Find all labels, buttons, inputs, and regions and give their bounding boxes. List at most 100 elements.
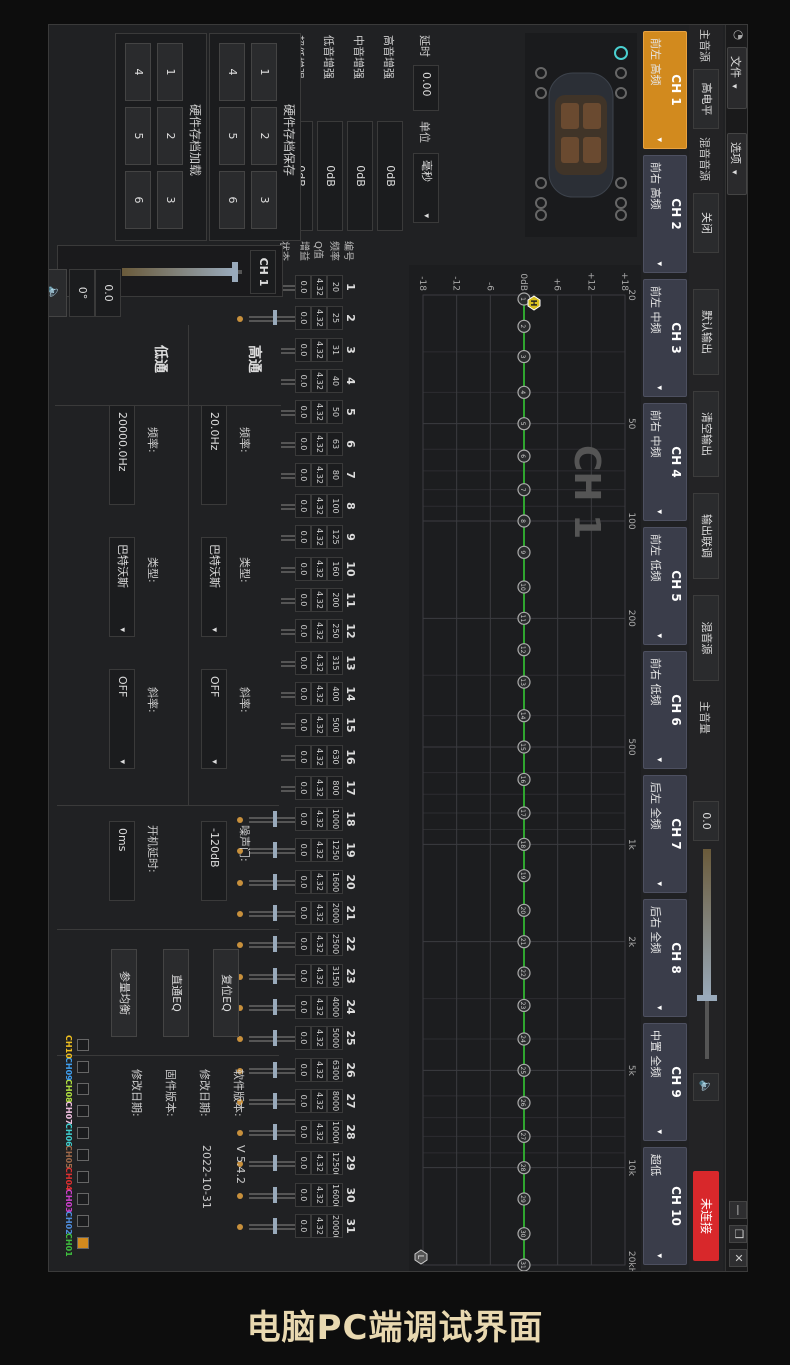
legend-checkbox[interactable] xyxy=(77,1061,89,1073)
band-freq-cell[interactable]: 630 xyxy=(327,745,343,769)
band-q-cell[interactable]: 4.32 xyxy=(311,338,327,362)
slider-thumb[interactable] xyxy=(273,1155,277,1171)
band-freq-cell[interactable]: 31 xyxy=(327,338,343,362)
band-freq-cell[interactable]: 8000 xyxy=(327,1089,343,1113)
band-q-cell[interactable]: 4.32 xyxy=(311,964,327,988)
band-state-indicator[interactable] xyxy=(237,911,243,917)
preset-load-slot-5[interactable]: 5 xyxy=(125,107,151,165)
legend-checkbox[interactable] xyxy=(77,1149,89,1161)
preset-load-slot-3[interactable]: 3 xyxy=(157,171,183,229)
band-q-cell[interactable]: 4.32 xyxy=(311,995,327,1019)
maximize-icon[interactable]: ❐ xyxy=(729,1225,747,1243)
band-freq-cell[interactable]: 20 xyxy=(327,275,343,299)
minimize-icon[interactable]: — xyxy=(729,1201,747,1219)
band-freq-cell[interactable]: 6300 xyxy=(327,1058,343,1082)
eq-graph[interactable]: 20 50 100 200 500 1k 2k 5k 10k 20kHz +18 +12 +6 0dB -6… xyxy=(409,265,641,1271)
band-gain-cell[interactable]: 0.0 xyxy=(295,901,311,925)
band-freq-cell[interactable]: 1250 xyxy=(327,838,343,862)
slider-thumb[interactable] xyxy=(273,1062,277,1078)
band-freq-cell[interactable]: 4000 xyxy=(327,995,343,1019)
channel-tab-5[interactable]: CH 5 前左 低频 ▾ xyxy=(643,527,687,645)
legend-checkbox[interactable] xyxy=(77,1215,89,1227)
unit-select[interactable]: 毫秒 xyxy=(413,153,439,223)
band-freq-cell[interactable]: 200 xyxy=(327,588,343,612)
band-q-cell[interactable]: 4.32 xyxy=(311,432,327,456)
preset-load-slot-1[interactable]: 1 xyxy=(157,43,183,101)
band-freq-cell[interactable]: 400 xyxy=(327,682,343,706)
hp-slope-select[interactable]: OFF xyxy=(201,669,227,769)
band-q-cell[interactable]: 4.32 xyxy=(311,1058,327,1082)
legend-checkbox[interactable] xyxy=(77,1171,89,1183)
enhance-input[interactable]: 0dB xyxy=(317,121,343,231)
band-q-cell[interactable]: 4.32 xyxy=(311,1214,327,1238)
band-gain-cell[interactable]: 0.0 xyxy=(295,995,311,1019)
band-q-cell[interactable]: 4.32 xyxy=(311,776,327,800)
band-state-indicator[interactable] xyxy=(237,880,243,886)
band-gain-cell[interactable]: 0.0 xyxy=(295,1120,311,1144)
band-q-cell[interactable]: 4.32 xyxy=(311,619,327,643)
default-output-button[interactable]: 默认输出 xyxy=(693,289,719,375)
channel-tab-2[interactable]: CH 2 前右 高频 ▾ xyxy=(643,155,687,273)
band-gain-cell[interactable]: 0.0 xyxy=(295,525,311,549)
band-gain-cell[interactable]: 0.0 xyxy=(295,807,311,831)
band-freq-cell[interactable]: 50 xyxy=(327,400,343,424)
band-gain-cell[interactable]: 0.0 xyxy=(295,369,311,393)
band-q-cell[interactable]: 4.32 xyxy=(311,588,327,612)
band-q-cell[interactable]: 4.32 xyxy=(311,901,327,925)
band-gain-cell[interactable]: 0.0 xyxy=(295,870,311,894)
channel-tab-4[interactable]: CH 4 前右 中频 ▾ xyxy=(643,403,687,521)
band-q-cell[interactable]: 4.32 xyxy=(311,807,327,831)
legend-checkbox[interactable] xyxy=(77,1127,89,1139)
chevron-down-icon[interactable]: ▾ xyxy=(654,1129,664,1134)
band-q-cell[interactable]: 4.32 xyxy=(311,463,327,487)
band-q-cell[interactable]: 4.32 xyxy=(311,525,327,549)
band-state-indicator[interactable] xyxy=(237,1224,243,1230)
enhance-input[interactable]: 0dB xyxy=(377,121,403,231)
preset-load-slot-4[interactable]: 4 xyxy=(125,43,151,101)
chevron-down-icon[interactable]: ▾ xyxy=(654,137,664,142)
speaker-icon[interactable]: 🔈 xyxy=(693,1073,719,1101)
band-q-cell[interactable]: 4.32 xyxy=(311,932,327,956)
band-q-cell[interactable]: 4.32 xyxy=(311,651,327,675)
band-state-indicator[interactable] xyxy=(237,1130,243,1136)
channel-tab-6[interactable]: CH 6 前右 低频 ▾ xyxy=(643,651,687,769)
band-freq-cell[interactable]: 125 xyxy=(327,525,343,549)
band-freq-cell[interactable]: 10000 xyxy=(327,1120,343,1144)
mix-source-button[interactable]: 混音源 xyxy=(693,595,719,681)
legend-checkbox[interactable] xyxy=(77,1083,89,1095)
output-link-button[interactable]: 输出联调 xyxy=(693,493,719,579)
band-freq-cell[interactable]: 5000 xyxy=(327,1026,343,1050)
chevron-down-icon[interactable]: ▾ xyxy=(654,1253,664,1258)
menu-file[interactable]: 文件 xyxy=(727,47,747,109)
band-gain-cell[interactable]: 0.0 xyxy=(295,432,311,456)
band-freq-cell[interactable]: 2000 xyxy=(327,901,343,925)
band-gain-cell[interactable]: 0.0 xyxy=(295,1089,311,1113)
main-source-select[interactable]: 高电平 xyxy=(693,69,719,129)
band-gain-slider[interactable] xyxy=(235,930,295,958)
band-q-cell[interactable]: 4.32 xyxy=(311,557,327,581)
preset-load-slot-6[interactable]: 6 xyxy=(125,171,151,229)
slider-thumb[interactable] xyxy=(273,968,277,984)
band-q-cell[interactable]: 4.32 xyxy=(311,870,327,894)
chevron-down-icon[interactable]: ▾ xyxy=(654,881,664,886)
band-q-cell[interactable]: 4.32 xyxy=(311,306,327,330)
band-gain-slider[interactable] xyxy=(235,962,295,990)
band-freq-cell[interactable]: 2500 xyxy=(327,932,343,956)
band-freq-cell[interactable]: 25 xyxy=(327,306,343,330)
band-gain-slider[interactable] xyxy=(235,1212,295,1240)
legend-checkbox[interactable] xyxy=(77,1039,89,1051)
connect-button[interactable]: 未连接 xyxy=(693,1171,719,1261)
parametric-eq-button[interactable]: 参量均衡 xyxy=(111,949,137,1037)
band-gain-cell[interactable]: 0.0 xyxy=(295,1026,311,1050)
band-gain-cell[interactable]: 0.0 xyxy=(295,494,311,518)
preset-save-slot-3[interactable]: 3 xyxy=(251,171,277,229)
legend-checkbox[interactable] xyxy=(77,1105,89,1117)
band-q-cell[interactable]: 4.32 xyxy=(311,400,327,424)
chevron-down-icon[interactable]: ▾ xyxy=(654,509,664,514)
delay-input[interactable]: 0.00 xyxy=(413,65,439,111)
channel-volume-value[interactable]: 0.0 xyxy=(95,269,121,317)
channel-mute-icon[interactable]: 🔈 xyxy=(49,269,67,317)
band-state-indicator[interactable] xyxy=(237,817,243,823)
band-gain-cell[interactable]: 0.0 xyxy=(295,338,311,362)
band-freq-cell[interactable]: 1000 xyxy=(327,807,343,831)
